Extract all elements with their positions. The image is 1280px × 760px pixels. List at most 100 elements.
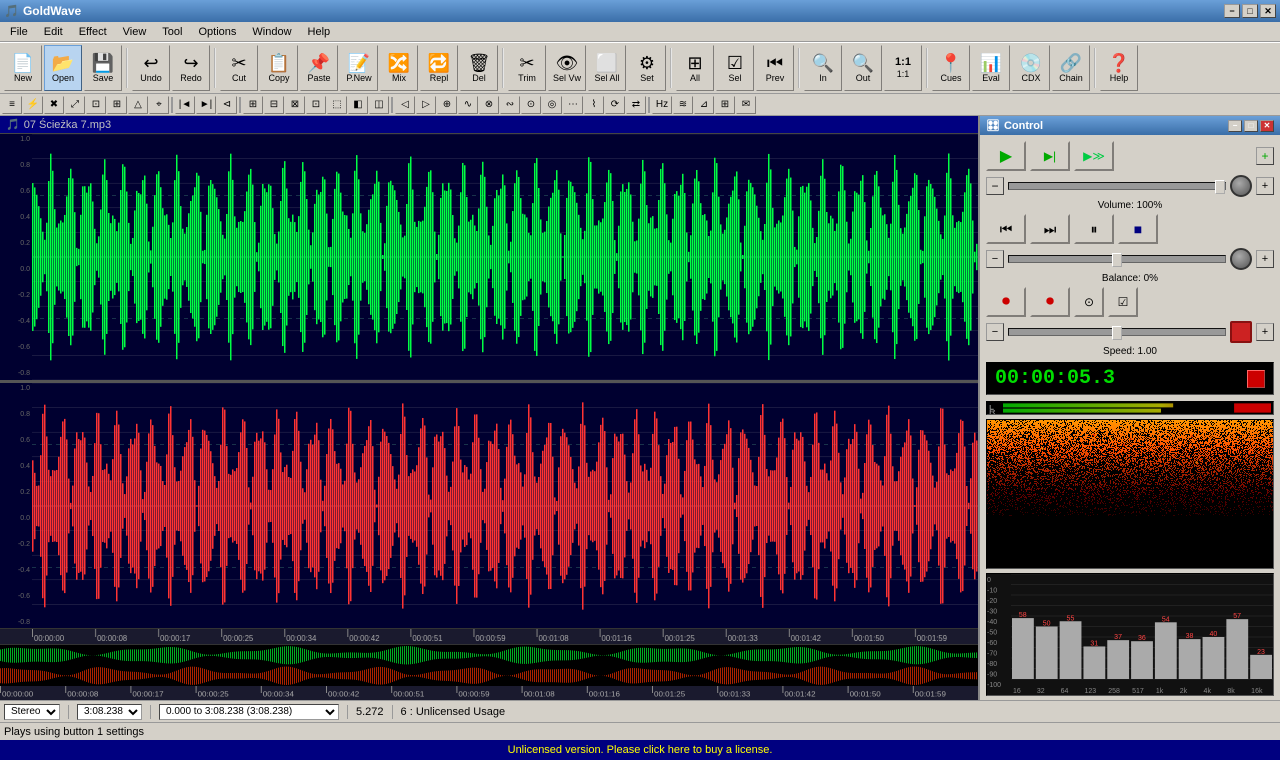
control-minimize[interactable]: − — [1228, 120, 1242, 132]
tb2-btn-28[interactable]: ⌇ — [584, 96, 604, 114]
mode-select[interactable]: Stereo — [4, 704, 60, 720]
tb2-btn-24[interactable]: ∾ — [500, 96, 520, 114]
tb2-btn-1[interactable]: ≡ — [2, 96, 22, 114]
tb2-btn-27[interactable]: ⋯ — [563, 96, 583, 114]
extra-btn1[interactable]: ⊙ — [1074, 287, 1104, 317]
tb2-btn-35[interactable]: ✉ — [736, 96, 756, 114]
time-mode-button[interactable] — [1247, 370, 1265, 388]
minimize-button[interactable]: − — [1224, 4, 1240, 18]
cdx-button[interactable]: 💿 CDX — [1012, 45, 1050, 91]
stop-button[interactable]: ■ — [1118, 214, 1158, 244]
record-button[interactable]: ⏺ — [986, 287, 1026, 317]
tb2-btn-5[interactable]: ⊡ — [86, 96, 106, 114]
tb2-btn-16[interactable]: ⬚ — [327, 96, 347, 114]
trim-button[interactable]: ✂ Trim — [508, 45, 546, 91]
duration-select[interactable]: 3:08.238 — [77, 704, 142, 720]
speed-indicator[interactable] — [1230, 321, 1252, 343]
mix-button[interactable]: 🔀 Mix — [380, 45, 418, 91]
all-button[interactable]: ⊞ All — [676, 45, 714, 91]
set-button[interactable]: ⚙ Set — [628, 45, 666, 91]
menu-tool[interactable]: Tool — [154, 24, 190, 40]
close-button[interactable]: ✕ — [1260, 4, 1276, 18]
play-sel-button[interactable]: ▶≫ — [1074, 141, 1114, 171]
1to1-button[interactable]: 1:1 1:1 — [884, 45, 922, 91]
chain-button[interactable]: 🔗 Chain — [1052, 45, 1090, 91]
save-button[interactable]: 💾 Save — [84, 45, 122, 91]
tb2-btn-8[interactable]: ⌖ — [149, 96, 169, 114]
speed-thumb[interactable] — [1112, 326, 1122, 340]
extra-btn2[interactable]: ☑ — [1108, 287, 1138, 317]
tb2-btn-26[interactable]: ◎ — [542, 96, 562, 114]
tb2-btn-20[interactable]: ▷ — [416, 96, 436, 114]
menu-edit[interactable]: Edit — [36, 24, 71, 40]
menu-file[interactable]: File — [2, 24, 36, 40]
repl-button[interactable]: 🔁 Repl — [420, 45, 458, 91]
menu-options[interactable]: Options — [190, 24, 244, 40]
tb2-btn-21[interactable]: ⊕ — [437, 96, 457, 114]
tb2-btn-34[interactable]: ⊞ — [715, 96, 735, 114]
tb2-btn-31[interactable]: Hz — [652, 96, 672, 114]
tb2-btn-33[interactable]: ⊿ — [694, 96, 714, 114]
tb2-btn-29[interactable]: ⟳ — [605, 96, 625, 114]
paste-button[interactable]: 📌 Paste — [300, 45, 338, 91]
play-button[interactable]: ▶ — [986, 141, 1026, 171]
mini-waveform[interactable] — [0, 644, 978, 686]
tb2-btn-12[interactable]: ⊞ — [243, 96, 263, 114]
redo-button[interactable]: ↪ Redo — [172, 45, 210, 91]
selection-select[interactable]: 0.000 to 3:08.238 (3:08.238) — [159, 704, 339, 720]
rewind-button[interactable]: ⏮ — [986, 214, 1026, 244]
balance-thumb[interactable] — [1112, 253, 1122, 267]
tb2-btn-19[interactable]: ◁ — [395, 96, 415, 114]
speed-minus[interactable]: − — [986, 323, 1004, 341]
menu-help[interactable]: Help — [300, 24, 339, 40]
speed-track[interactable] — [1008, 328, 1226, 336]
mini-waveform-canvas[interactable] — [0, 645, 978, 686]
maximize-button[interactable]: □ — [1242, 4, 1258, 18]
tb2-btn-22[interactable]: ∿ — [458, 96, 478, 114]
sel-button[interactable]: ☑ Sel — [716, 45, 754, 91]
cut-button[interactable]: ✂ Cut — [220, 45, 258, 91]
in-button[interactable]: 🔍 In — [804, 45, 842, 91]
tb2-btn-10[interactable]: ►| — [196, 96, 216, 114]
tb2-btn-25[interactable]: ⊙ — [521, 96, 541, 114]
volume-knob[interactable] — [1230, 175, 1252, 197]
menu-effect[interactable]: Effect — [71, 24, 115, 40]
volume-thumb[interactable] — [1215, 180, 1225, 194]
tb2-btn-9[interactable]: |◄ — [175, 96, 195, 114]
copy-button[interactable]: 📋 Copy — [260, 45, 298, 91]
pause-button[interactable]: ⏸ — [1074, 214, 1114, 244]
balance-track[interactable] — [1008, 255, 1226, 263]
bal-plus[interactable]: + — [1256, 250, 1274, 268]
tb2-btn-6[interactable]: ⊞ — [107, 96, 127, 114]
tb2-btn-30[interactable]: ⇄ — [626, 96, 646, 114]
speed-plus[interactable]: + — [1256, 323, 1274, 341]
help-button[interactable]: ❓ Help — [1100, 45, 1138, 91]
selall-button[interactable]: ⬜ Sel All — [588, 45, 626, 91]
tb2-btn-2[interactable]: ⚡ — [23, 96, 43, 114]
new-button[interactable]: 📄 New — [4, 45, 42, 91]
play-end-button[interactable]: ▶| — [1030, 141, 1070, 171]
menu-window[interactable]: Window — [244, 24, 299, 40]
tb2-btn-3[interactable]: ✖ — [44, 96, 64, 114]
tb2-btn-14[interactable]: ⊠ — [285, 96, 305, 114]
tb2-btn-15[interactable]: ⊡ — [306, 96, 326, 114]
tb2-btn-7[interactable]: △ — [128, 96, 148, 114]
control-maximize[interactable]: □ — [1244, 120, 1258, 132]
control-close[interactable]: ✕ — [1260, 120, 1274, 132]
tb2-btn-32[interactable]: ≋ — [673, 96, 693, 114]
waveform-green-canvas[interactable] — [32, 134, 978, 380]
waveform-red-canvas[interactable] — [32, 383, 978, 629]
out-button[interactable]: 🔍 Out — [844, 45, 882, 91]
undo-button[interactable]: ↩ Undo — [132, 45, 170, 91]
cues-button[interactable]: 📍 Cues — [932, 45, 970, 91]
vol-plus2[interactable]: + — [1256, 177, 1274, 195]
balance-knob[interactable] — [1230, 248, 1252, 270]
selvw-button[interactable]: 👁 Sel Vw — [548, 45, 586, 91]
tb2-btn-23[interactable]: ⊗ — [479, 96, 499, 114]
volume-track[interactable] — [1008, 182, 1226, 190]
bal-minus[interactable]: − — [986, 250, 1004, 268]
vol-minus[interactable]: − — [986, 177, 1004, 195]
license-bar[interactable]: Unlicensed version. Please click here to… — [0, 740, 1280, 760]
menu-view[interactable]: View — [115, 24, 155, 40]
vol-plus[interactable]: + — [1256, 147, 1274, 165]
